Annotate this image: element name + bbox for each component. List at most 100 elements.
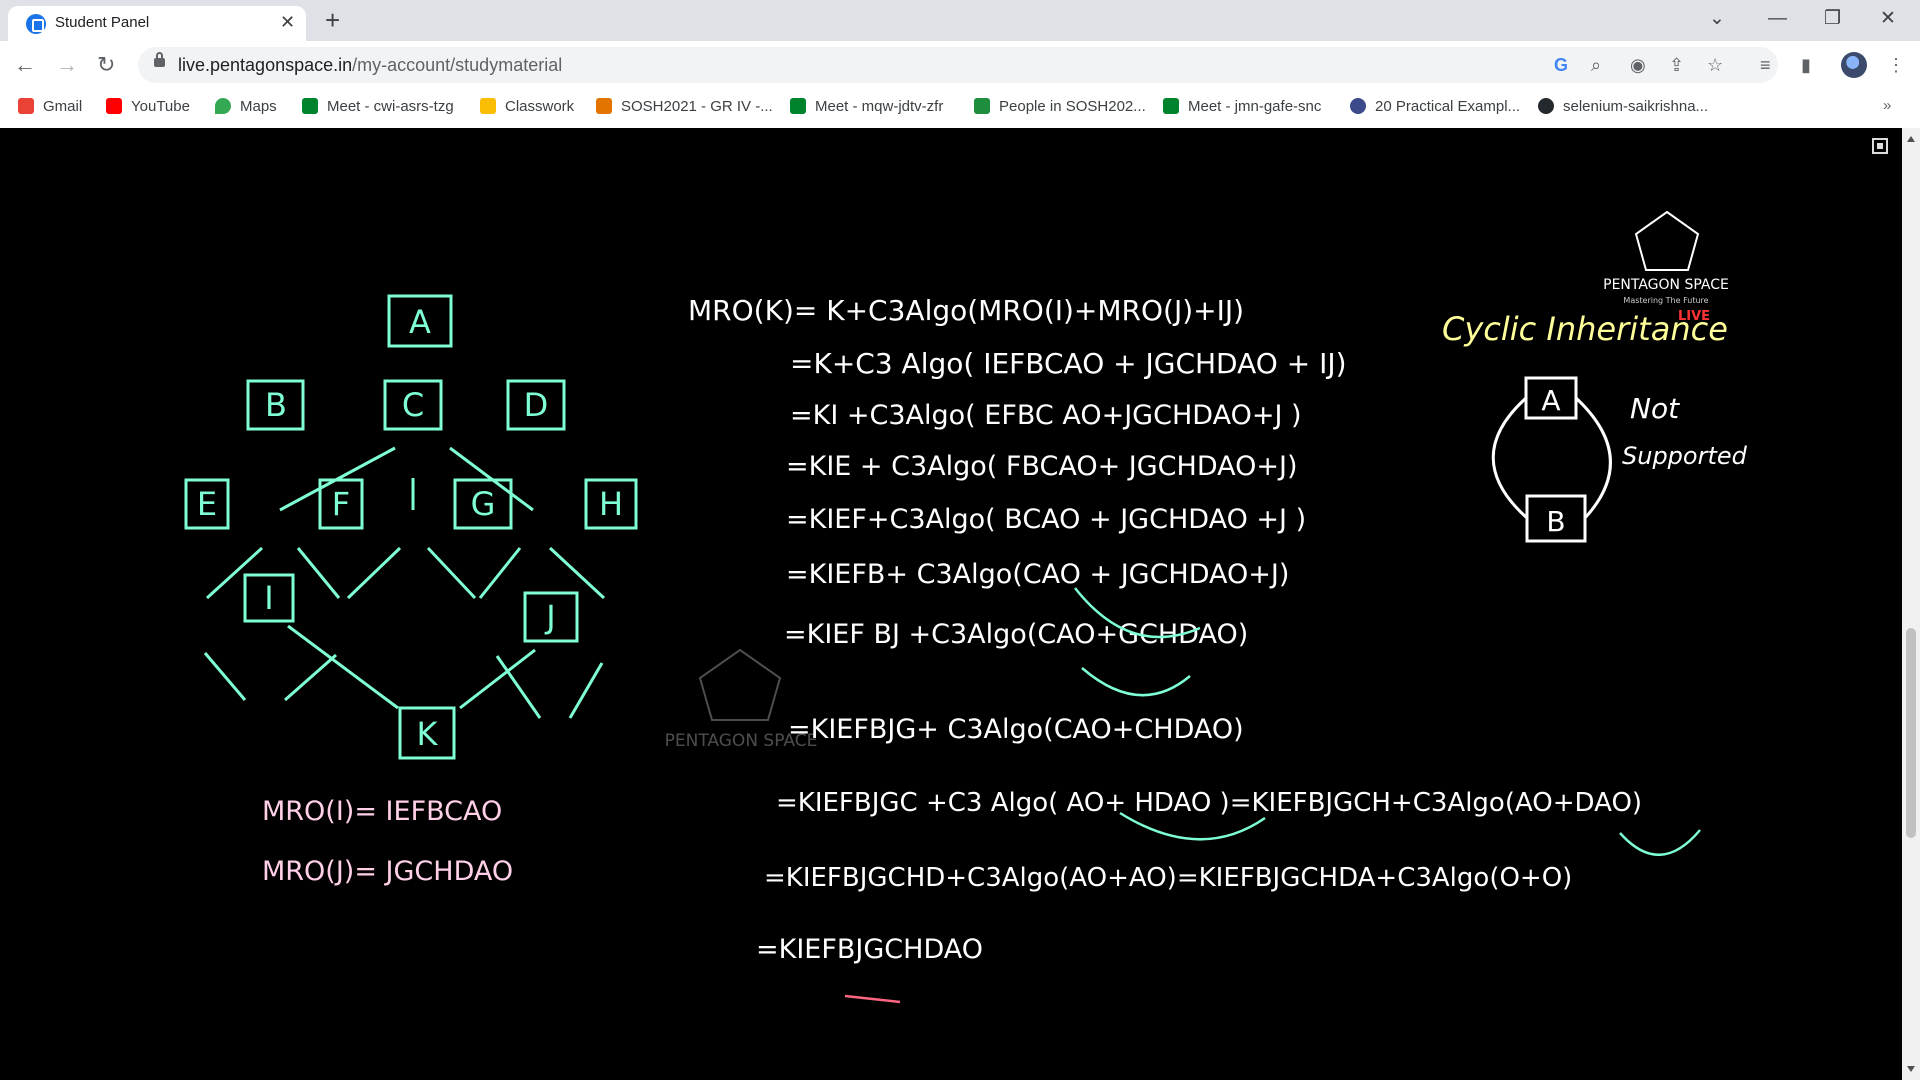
bookmark-meet-3[interactable]: Meet - jmn-gafe-snc <box>1163 95 1321 117</box>
edge-h-d <box>548 546 606 600</box>
bookmark-label: 20 Practical Exampl... <box>1375 97 1521 115</box>
pentagon-space-logo: PENTAGON SPACE Mastering The Future LIVE <box>1603 210 1729 324</box>
meet-icon <box>302 98 318 114</box>
video-player[interactable]: A B C D E F G H I J K MRO(I)= IEFBCAO MR… <box>0 128 1902 1080</box>
mro-j-note: MRO(J)= JGCHDAO <box>262 856 513 887</box>
fullscreen-icon[interactable] <box>1872 138 1888 154</box>
mro-step-5: =KIEF+C3Algo( BCAO + JGCHDAO +J ) <box>786 504 1306 535</box>
forward-button[interactable]: → <box>56 52 78 78</box>
edge-j-h <box>568 662 604 719</box>
reading-list-icon[interactable]: ≡ <box>1760 54 1771 76</box>
youtube-icon <box>106 98 122 114</box>
node-label-f: F <box>332 485 350 523</box>
not-supported-line-2: Supported <box>1622 442 1748 470</box>
brand-tagline: Mastering The Future <box>1623 296 1708 305</box>
reload-button[interactable]: ↻ <box>97 52 115 78</box>
node-label-k: K <box>417 715 439 753</box>
page-scrollbar[interactable] <box>1902 128 1920 1080</box>
cyclic-arrow-left <box>1491 396 1529 520</box>
final-underline <box>844 994 901 1004</box>
brand-name: PENTAGON SPACE <box>1603 277 1729 293</box>
bookmark-label: Classwork <box>505 97 575 115</box>
bookmark-classwork[interactable]: Classwork <box>480 95 574 117</box>
site-icon <box>1350 98 1366 114</box>
bookmark-gmail[interactable]: Gmail <box>18 95 82 117</box>
mro-step-6: =KIEFB+ C3Algo(CAO + JGCHDAO+J) <box>786 559 1289 590</box>
menu-kebab-icon[interactable]: ⋮ <box>1887 54 1905 76</box>
edge-f-c <box>346 546 402 600</box>
cyclic-node-b: B <box>1546 505 1565 538</box>
close-window-button[interactable]: ✕ <box>1880 6 1896 32</box>
bookmarks-bar: Gmail YouTube Maps Meet - cwi-asrs-tzg C… <box>0 92 1920 120</box>
more-bookmarks-icon[interactable]: » <box>1883 97 1891 114</box>
meet-icon <box>790 98 806 114</box>
mro-step-1: MRO(K)= K+C3Algo(MRO(I)+MRO(J)+IJ) <box>688 294 1244 327</box>
url-text: live.pentagonspace.in/my-account/studyma… <box>178 55 562 76</box>
bookmark-label: YouTube <box>131 97 190 115</box>
bookmark-label: Gmail <box>43 97 83 115</box>
mro-step-4: =KIE + C3Algo( FBCAO+ JGCHDAO+J) <box>786 451 1298 482</box>
url-host: live.pentagonspace.in <box>178 55 353 75</box>
classroom-icon <box>480 98 496 114</box>
not-supported-line-1: Not <box>1630 392 1680 425</box>
pentagon-watermark: PENTAGON SPACE <box>665 648 818 751</box>
edge-f-b <box>296 547 341 599</box>
close-tab-icon[interactable]: ✕ <box>280 12 295 32</box>
bookmark-github[interactable]: selenium-saikrishna... <box>1538 95 1708 117</box>
restore-button[interactable]: ❐ <box>1824 6 1841 32</box>
whiteboard-frame: A B C D E F G H I J K MRO(I)= IEFBCAO MR… <box>184 210 1748 1004</box>
scroll-up-arrow-icon[interactable] <box>1907 136 1915 142</box>
side-panel-icon[interactable]: ▮ <box>1801 54 1811 76</box>
tracking-protection-icon[interactable]: ◉ <box>1630 54 1646 76</box>
node-label-a: A <box>409 303 431 341</box>
google-lens-icon[interactable]: G <box>1554 54 1568 76</box>
classroom-icon <box>974 98 990 114</box>
mro-i-note: MRO(I)= IEFBCAO <box>262 796 502 827</box>
edge-i-f <box>284 653 337 702</box>
mro-step-11: =KIEFBJGCHDAO <box>756 934 983 965</box>
edge-g-d <box>478 547 522 599</box>
profile-avatar[interactable] <box>1841 52 1867 78</box>
bookmark-meet-2[interactable]: Meet - mqw-jdtv-zfr <box>790 95 943 117</box>
tab-student-panel[interactable]: Student Panel ✕ <box>8 6 306 41</box>
edge-k-i <box>287 624 399 710</box>
share-icon[interactable]: ⇪ <box>1669 54 1684 76</box>
bookmark-practical-examples[interactable]: 20 Practical Exampl... <box>1350 95 1520 117</box>
address-bar[interactable]: live.pentagonspace.in/my-account/studyma… <box>138 47 1778 83</box>
edge-j-g <box>495 655 542 719</box>
minimize-button[interactable]: — <box>1768 6 1787 32</box>
scroll-down-arrow-icon[interactable] <box>1907 1066 1915 1072</box>
zoom-icon[interactable]: ⌕ <box>1591 54 1601 76</box>
node-label-e: E <box>197 485 217 523</box>
bookmark-star-icon[interactable]: ☆ <box>1707 54 1723 76</box>
bookmark-label: Maps <box>240 97 277 115</box>
tab-search-chevron-icon[interactable]: ⌄ <box>1709 6 1725 32</box>
node-labels: A B C D E F G H I J K <box>197 303 623 753</box>
mro-step-9: =KIEFBJGC +C3 Algo( AO+ HDAO )=KIEFBJGCH… <box>776 788 1642 818</box>
edge-e-b <box>205 546 264 600</box>
bookmark-youtube[interactable]: YouTube <box>106 95 190 117</box>
bookmark-maps[interactable]: Maps <box>215 95 277 117</box>
lock-icon[interactable] <box>154 52 165 67</box>
cyclic-inheritance-note: Cyclic Inheritance A B Not Supported <box>1442 310 1748 543</box>
cyclic-arrow-right <box>1574 396 1612 520</box>
watermark-brand: PENTAGON SPACE <box>665 731 818 751</box>
bookmark-meet-1[interactable]: Meet - cwi-asrs-tzg <box>302 95 454 117</box>
scrollbar-thumb[interactable] <box>1906 628 1916 838</box>
bookmark-sosh2021[interactable]: SOSH2021 - GR IV -... <box>596 95 773 117</box>
url-path: /my-account/studymaterial <box>352 55 563 75</box>
node-label-d: D <box>524 386 549 424</box>
bookmark-label: selenium-saikrishna... <box>1563 97 1709 115</box>
node-label-b: B <box>265 386 287 424</box>
bookmark-label: SOSH2021 - GR IV -... <box>621 97 773 115</box>
mro-step-3: =KI +C3Algo( EFBC AO+JGCHDAO+J ) <box>790 400 1302 431</box>
slides-icon <box>596 98 612 114</box>
tab-strip: Student Panel ✕ + ⌄ — ❐ ✕ <box>0 0 1920 41</box>
new-tab-button[interactable]: + <box>325 6 340 34</box>
mro-derivation: MRO(K)= K+C3Algo(MRO(I)+MRO(J)+IJ) =K+C3… <box>688 294 1642 965</box>
bookmark-people[interactable]: People in SOSH202... <box>974 95 1146 117</box>
node-label-g: G <box>471 485 496 523</box>
tab-title: Student Panel <box>55 14 150 31</box>
back-button[interactable]: ← <box>14 52 36 78</box>
cyclic-title: Cyclic Inheritance <box>1442 310 1728 348</box>
